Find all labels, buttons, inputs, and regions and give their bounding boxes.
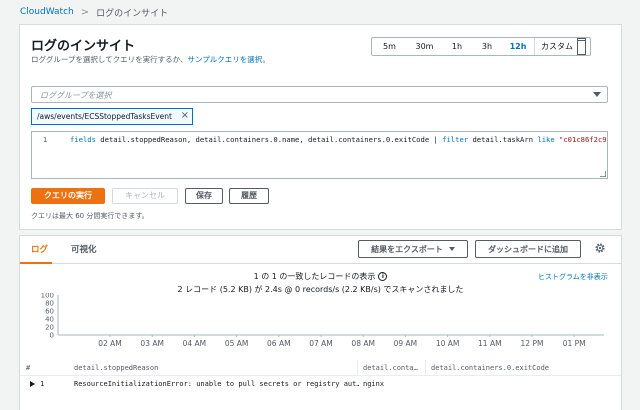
time-option-12h[interactable]: 12h [502, 38, 534, 55]
close-icon[interactable]: × [181, 110, 189, 121]
row-stopped-reason: ResourceInitializationError: unable to p… [74, 380, 359, 388]
time-option-30m[interactable]: 30m [407, 38, 442, 55]
histogram-chart: 10080604020002 AM 03 AM 04 AM 05 AM 06 AM 07 … [41, 293, 604, 348]
resize-handle[interactable] [600, 171, 606, 177]
column-header-stopped-reason[interactable]: detail.stoppedReason [74, 364, 354, 372]
query-code-line: fields detail.stoppedReason, detail.cont… [70, 135, 607, 144]
line-number: 1 [42, 135, 48, 144]
query-panel: ログのインサイト ロググループを選択してクエリを実行するか、サンプルクエリを選択… [19, 24, 622, 230]
sample-query-link[interactable]: サンプルクエリを選択 [188, 55, 263, 64]
export-results-label: 結果をエクスポート [371, 244, 443, 254]
tab-visualization[interactable]: 可視化 [71, 243, 97, 255]
x-tick-label: 03 AM [140, 339, 164, 348]
add-to-dashboard-button[interactable]: ダッシュボードに追加 [475, 240, 581, 258]
selected-log-group-token: /aws/events/ECSStoppedTasksEvent × [31, 108, 193, 125]
x-tick-label: 09 AM [394, 339, 418, 348]
column-header-container-name[interactable]: detail.conta… [363, 364, 423, 372]
history-button[interactable]: 履歴 [229, 188, 269, 204]
query-filter-text: detail.taskArn [468, 135, 538, 144]
hide-histogram-link[interactable]: ヒストグラムを非表示 [538, 272, 608, 282]
time-option-custom[interactable]: カスタム [534, 38, 590, 55]
page-title: ログのインサイト [31, 39, 136, 54]
x-tick-label: 10 AM [436, 339, 460, 348]
active-tab-indicator [20, 262, 52, 264]
cancel-button[interactable]: キャンセル [112, 188, 178, 204]
table-row[interactable]: 1 ResourceInitializationError: unable to… [20, 377, 621, 391]
run-query-button[interactable]: クエリの実行 [31, 188, 105, 204]
query-keyword-fields: fields [70, 135, 96, 144]
breadcrumb-current: ログのインサイト [96, 8, 169, 19]
time-option-5m[interactable]: 5m [372, 38, 407, 55]
page-subtitle: ロググループを選択してクエリを実行するか、サンプルクエリを選択。 [31, 54, 270, 65]
custom-label: カスタム [541, 42, 573, 51]
breadcrumb: CloudWatch > ログのインサイト [20, 4, 168, 20]
subtitle-suffix: 。 [262, 55, 270, 64]
query-time-note: クエリは最大 60 分間実行できます。 [31, 212, 149, 220]
x-tick-label: 08 AM [351, 339, 375, 348]
info-icon[interactable]: i [378, 272, 388, 281]
x-tick-label: 12 PM [521, 339, 544, 348]
records-shown-text: 1 の 1 の一致したレコードの表示 [253, 272, 376, 281]
expand-row-icon[interactable] [30, 381, 35, 387]
breadcrumb-separator: > [80, 6, 90, 18]
query-keyword-filter: filter [442, 135, 469, 144]
x-tick-label: 06 AM [267, 339, 291, 348]
chevron-down-icon [593, 92, 601, 97]
x-tick-label: 05 AM [225, 339, 249, 348]
subtitle-text: ロググループを選択してクエリを実行するか、 [31, 55, 188, 64]
y-tick-label: 80 [45, 300, 54, 308]
breadcrumb-cloudwatch-link[interactable]: CloudWatch [20, 7, 74, 17]
column-divider [425, 360, 426, 376]
calendar-icon [577, 38, 586, 55]
export-results-button[interactable]: 結果をエクスポート [358, 240, 468, 258]
time-option-1h[interactable]: 1h [442, 38, 472, 55]
y-tick-label: 0 [50, 332, 54, 340]
chevron-down-icon [448, 247, 455, 251]
y-tick-label: 40 [45, 316, 54, 324]
results-tabs: ログ 可視化 結果をエクスポート ダッシュボードに追加 [20, 236, 621, 264]
table-header: # detail.stoppedReason detail.conta… det… [20, 360, 621, 376]
gear-icon[interactable] [594, 242, 606, 254]
log-group-select[interactable]: ロググループを選択 [31, 86, 608, 103]
row-index: 1 [40, 380, 45, 388]
x-tick-label: 07 AM [309, 339, 333, 348]
column-header-exit-code[interactable]: detail.containers.0.exitCode [431, 364, 549, 372]
query-editor[interactable]: 1 fields detail.stoppedReason, detail.co… [31, 131, 608, 179]
column-divider [357, 360, 358, 376]
results-panel: ログ 可視化 結果をエクスポート ダッシュボードに追加 1 の 1 の一致したレ… [19, 235, 622, 410]
query-string-literal: "c01c86f2c9eb47ab [559, 135, 607, 144]
x-tick-label: 04 AM [183, 339, 207, 348]
y-tick-label: 60 [45, 308, 54, 316]
selected-log-group-label: /aws/events/ECSStoppedTasksEvent [37, 112, 172, 121]
tab-logs[interactable]: ログ [31, 243, 48, 255]
query-keyword-like: like [537, 135, 555, 144]
row-container-name: nginx [363, 380, 385, 388]
time-range-selector: 5m 30m 1h 3h 12h カスタム [371, 37, 591, 56]
column-header-index: # [26, 364, 31, 372]
query-fields-text: detail.stoppedReason, detail.containers.… [95, 135, 443, 144]
save-button[interactable]: 保存 [185, 188, 223, 204]
time-option-3h[interactable]: 3h [472, 38, 502, 55]
x-tick-label: 02 AM [98, 339, 122, 348]
y-tick-label: 20 [45, 324, 54, 332]
x-tick-label: 01 PM [563, 339, 586, 348]
log-group-placeholder: ロググループを選択 [40, 91, 112, 100]
results-summary: 1 の 1 の一致したレコードの表示 i [20, 271, 621, 282]
x-tick-label: 11 AM [478, 339, 502, 348]
